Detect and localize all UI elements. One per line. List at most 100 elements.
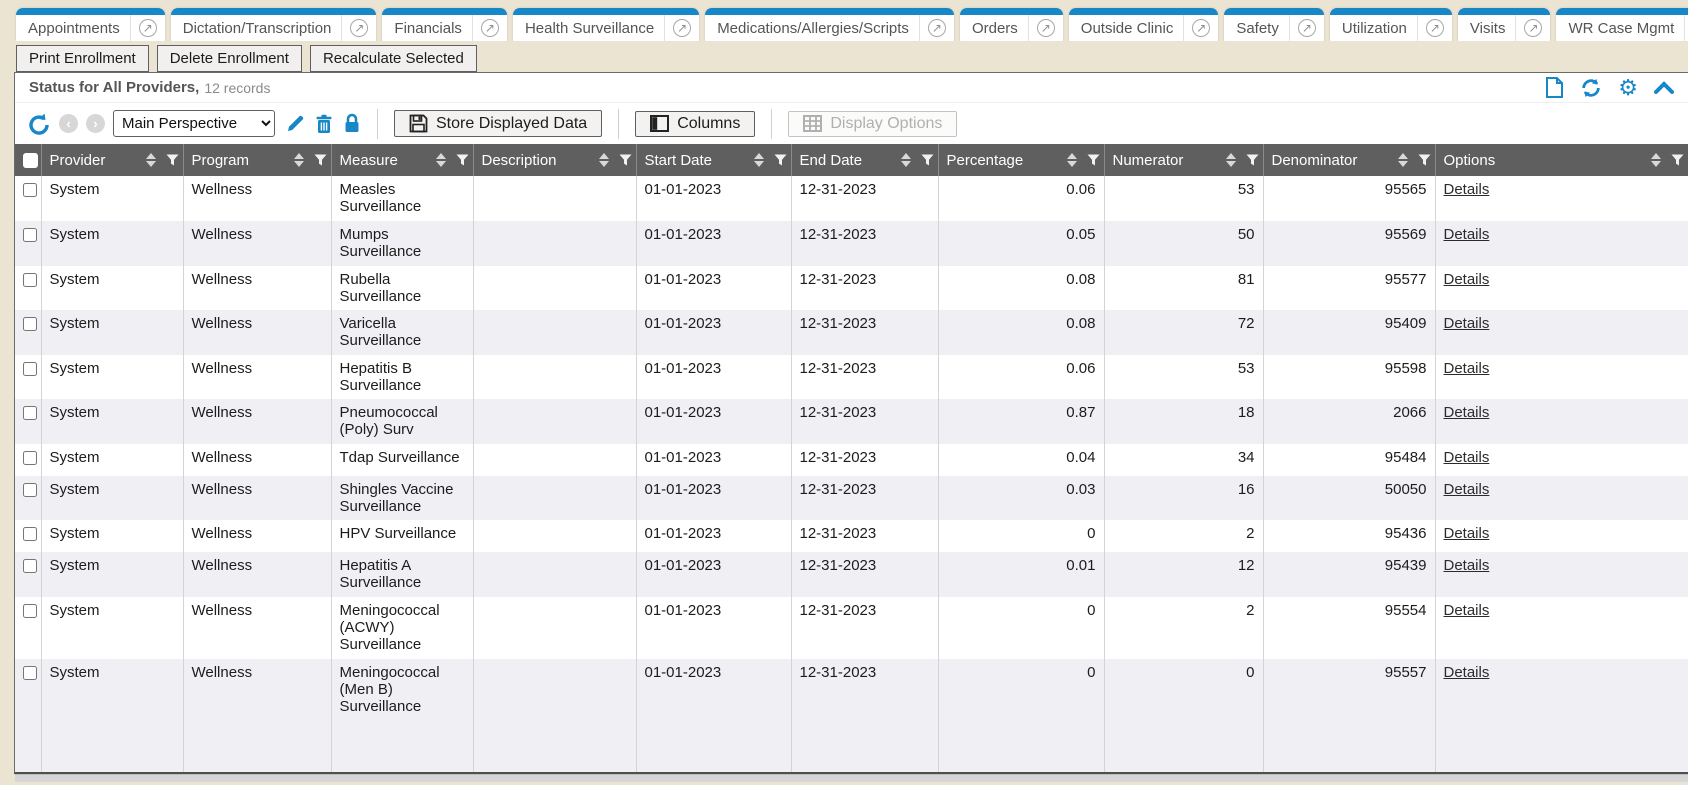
row-checkbox[interactable]: [23, 483, 37, 497]
store-displayed-data-button[interactable]: Store Displayed Data: [394, 110, 602, 137]
details-link[interactable]: Details: [1444, 481, 1490, 498]
perspective-select[interactable]: Main Perspective: [113, 110, 275, 137]
column-header-start-date[interactable]: Start Date: [636, 144, 791, 176]
column-header-end-date[interactable]: End Date: [791, 144, 938, 176]
cell-program: Wellness: [183, 221, 331, 266]
tab-health-surveillance[interactable]: Health Surveillance↗: [513, 8, 699, 41]
tab-utilization[interactable]: Utilization↗: [1330, 8, 1452, 41]
row-checkbox[interactable]: [23, 604, 37, 618]
open-in-new-window-icon[interactable]: ↗: [665, 19, 699, 37]
column-header-provider[interactable]: Provider: [41, 144, 183, 176]
refresh-icon[interactable]: [1580, 77, 1602, 99]
column-header-denominator[interactable]: Denominator: [1263, 144, 1435, 176]
tab-accent-bar: [513, 8, 699, 15]
filter-funnel-icon[interactable]: [314, 154, 327, 166]
details-link[interactable]: Details: [1444, 525, 1490, 542]
row-checkbox[interactable]: [23, 273, 37, 287]
tab-safety[interactable]: Safety↗: [1224, 8, 1324, 41]
tab-appointments[interactable]: Appointments↗: [16, 8, 165, 41]
pencil-icon[interactable]: [285, 114, 305, 134]
open-in-new-window-icon[interactable]: ↗: [1029, 19, 1063, 37]
column-header-percentage[interactable]: Percentage: [938, 144, 1104, 176]
details-link[interactable]: Details: [1444, 271, 1490, 288]
open-in-new-window-icon[interactable]: ↗: [920, 19, 954, 37]
lock-icon[interactable]: [343, 113, 361, 134]
open-in-new-window-icon[interactable]: ↗: [473, 19, 507, 37]
tab-outside-clinic[interactable]: Outside Clinic↗: [1069, 8, 1219, 41]
sort-icon[interactable]: [436, 153, 446, 167]
row-checkbox[interactable]: [23, 527, 37, 541]
recalculate-selected-button[interactable]: Recalculate Selected: [310, 45, 477, 72]
details-link[interactable]: Details: [1444, 360, 1490, 377]
open-in-new-window-icon[interactable]: ↗: [342, 19, 376, 37]
details-link[interactable]: Details: [1444, 315, 1490, 332]
row-checkbox[interactable]: [23, 406, 37, 420]
print-enrollment-button[interactable]: Print Enrollment: [16, 45, 149, 72]
column-header-description[interactable]: Description: [473, 144, 636, 176]
column-header-label: Start Date: [645, 152, 750, 169]
sort-icon[interactable]: [599, 153, 609, 167]
tab-financials[interactable]: Financials↗: [382, 8, 507, 41]
open-in-new-window-icon[interactable]: ↗: [1418, 19, 1452, 37]
columns-button[interactable]: Columns: [635, 111, 755, 137]
column-header-options[interactable]: Options: [1435, 144, 1688, 176]
details-link[interactable]: Details: [1444, 449, 1490, 466]
row-checkbox[interactable]: [23, 183, 37, 197]
filter-funnel-icon[interactable]: [1671, 154, 1684, 166]
sort-icon[interactable]: [901, 153, 911, 167]
open-in-new-window-icon[interactable]: ↗: [1290, 19, 1324, 37]
filter-funnel-icon[interactable]: [921, 154, 934, 166]
details-link[interactable]: Details: [1444, 181, 1490, 198]
tab-orders[interactable]: Orders↗: [960, 8, 1063, 41]
tab-medications-allergies-scripts[interactable]: Medications/Allergies/Scripts↗: [705, 8, 954, 41]
column-header-program[interactable]: Program: [183, 144, 331, 176]
sort-icon[interactable]: [1651, 153, 1661, 167]
filter-funnel-icon[interactable]: [1087, 154, 1100, 166]
open-in-new-window-icon[interactable]: ↗: [131, 19, 165, 37]
details-link[interactable]: Details: [1444, 404, 1490, 421]
row-checkbox[interactable]: [23, 666, 37, 680]
sort-icon[interactable]: [294, 153, 304, 167]
row-checkbox[interactable]: [23, 228, 37, 242]
trash-icon[interactable]: [315, 114, 333, 134]
cell-end-date: 12-31-2023: [791, 310, 938, 355]
column-header-measure[interactable]: Measure: [331, 144, 473, 176]
undo-icon[interactable]: [27, 112, 51, 136]
row-checkbox[interactable]: [23, 317, 37, 331]
chevron-up-icon[interactable]: [1654, 81, 1674, 95]
cell-denominator: 95436: [1263, 520, 1435, 552]
column-header-numerator[interactable]: Numerator: [1104, 144, 1263, 176]
tab-visits[interactable]: Visits↗: [1458, 8, 1551, 41]
row-checkbox[interactable]: [23, 559, 37, 573]
details-link[interactable]: Details: [1444, 602, 1490, 619]
row-checkbox[interactable]: [23, 451, 37, 465]
select-all-checkbox[interactable]: [23, 153, 38, 168]
filter-funnel-icon[interactable]: [166, 154, 179, 166]
filter-funnel-icon[interactable]: [774, 154, 787, 166]
filter-funnel-icon[interactable]: [1418, 154, 1431, 166]
filter-funnel-icon[interactable]: [1246, 154, 1259, 166]
chevron-left-icon[interactable]: ‹: [59, 114, 78, 133]
sort-icon[interactable]: [1067, 153, 1077, 167]
chevron-right-icon[interactable]: ›: [86, 114, 105, 133]
gear-icon[interactable]: ⚙: [1618, 78, 1638, 98]
details-link[interactable]: Details: [1444, 664, 1490, 681]
details-link[interactable]: Details: [1444, 226, 1490, 243]
row-checkbox[interactable]: [23, 362, 37, 376]
horizontal-scrollbar[interactable]: [15, 774, 1688, 782]
open-in-new-window-icon[interactable]: ↗: [1184, 19, 1218, 37]
cell-provider: System: [41, 221, 183, 266]
cell-options: Details: [1435, 659, 1688, 772]
sort-icon[interactable]: [146, 153, 156, 167]
details-link[interactable]: Details: [1444, 557, 1490, 574]
tab-dictation-transcription[interactable]: Dictation/Transcription↗: [171, 8, 377, 41]
open-in-new-window-icon[interactable]: ↗: [1516, 19, 1550, 37]
filter-funnel-icon[interactable]: [456, 154, 469, 166]
delete-enrollment-button[interactable]: Delete Enrollment: [157, 45, 302, 72]
filter-funnel-icon[interactable]: [619, 154, 632, 166]
sort-icon[interactable]: [754, 153, 764, 167]
sort-icon[interactable]: [1398, 153, 1408, 167]
sort-icon[interactable]: [1226, 153, 1236, 167]
tab-wr-case-mgmt[interactable]: WR Case Mgmt↗: [1556, 8, 1688, 41]
new-document-icon[interactable]: [1545, 77, 1564, 99]
